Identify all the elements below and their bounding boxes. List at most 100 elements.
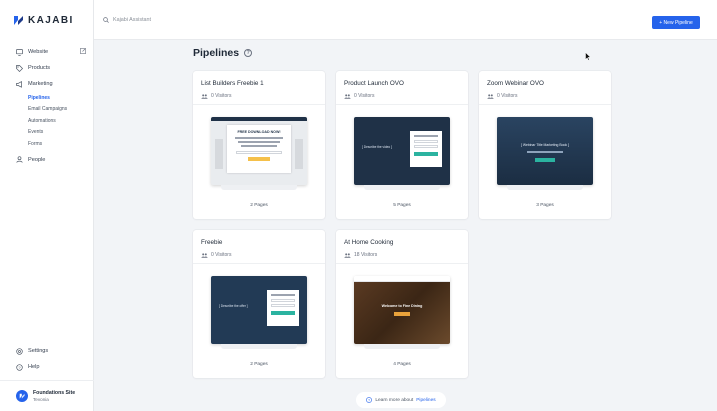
- thumb-input: [271, 299, 295, 302]
- thumb-line: [238, 141, 280, 143]
- svg-text:?: ?: [368, 398, 370, 402]
- kajabi-logo-icon: [14, 15, 23, 25]
- thumb-input: [271, 304, 295, 307]
- tag-icon: [16, 64, 23, 72]
- account-switcher[interactable]: Foundations Site Tevonia: [0, 380, 94, 411]
- thumb-heading: [ Webinar Title Marketing Book ]: [521, 143, 569, 147]
- thumb-stand: [221, 185, 297, 190]
- card-divider: [193, 104, 325, 105]
- help-circle-icon: ?: [366, 397, 373, 403]
- pipeline-pages: 3 Pages: [536, 203, 554, 208]
- sidebar-item-label: People: [28, 156, 46, 163]
- avatar: [16, 390, 28, 402]
- visitors-count: 0 Visitors: [211, 93, 232, 99]
- thumb-stand: [364, 185, 440, 190]
- people-icon: [201, 93, 208, 99]
- thumb-input: [414, 145, 438, 148]
- visitors-count: 0 Visitors: [354, 93, 375, 99]
- sidebar-subitem-email-campaigns[interactable]: Email Campaigns: [0, 104, 94, 116]
- pipeline-pages: 5 Pages: [393, 203, 411, 208]
- thumb-decor: [295, 139, 303, 169]
- pipeline-pages: 2 Pages: [250, 362, 268, 367]
- people-icon: [487, 93, 494, 99]
- thumb-stand: [507, 185, 583, 190]
- sidebar-item-products[interactable]: Products: [0, 60, 94, 76]
- thumb-header-bar: [211, 117, 307, 121]
- learn-more-link[interactable]: Pipelines: [416, 398, 435, 403]
- sidebar-bottom-nav: Settings ? Help: [0, 343, 94, 375]
- pipeline-card[interactable]: List Builders Freebie 1 0 Visitors FREE …: [193, 71, 325, 219]
- thumb-line: [414, 135, 438, 137]
- search-icon: [103, 17, 109, 23]
- thumb-heading: [ Describe the offer ]: [219, 304, 248, 308]
- pipeline-visitors: 0 Visitors: [487, 93, 517, 99]
- account-sub: Tevonia: [33, 396, 49, 402]
- thumb-heading: [ Describe the video ]: [362, 145, 392, 149]
- pipeline-pages: 4 Pages: [393, 362, 411, 367]
- pipeline-visitors: 0 Visitors: [201, 252, 231, 258]
- card-divider: [193, 263, 325, 264]
- people-icon: [344, 252, 351, 258]
- thumb-heading: Welcome to Fine Dining: [381, 304, 423, 308]
- new-pipeline-button[interactable]: + New Pipeline: [652, 16, 700, 29]
- learn-more: ? Learn more about Pipelines: [356, 392, 446, 408]
- gear-icon: [16, 347, 23, 355]
- sidebar-item-settings[interactable]: Settings: [0, 343, 94, 359]
- sidebar-subitem-pipelines[interactable]: Pipelines: [0, 92, 94, 104]
- external-link-icon[interactable]: [80, 48, 86, 54]
- pipeline-thumbnail[interactable]: [ Describe the offer ]: [211, 276, 307, 344]
- visitors-count: 0 Visitors: [497, 93, 518, 99]
- visitors-count: 0 Visitors: [211, 252, 232, 258]
- thumb-stand: [221, 344, 297, 349]
- sidebar-subitem-automations[interactable]: Automations: [0, 115, 94, 127]
- people-icon: [344, 93, 351, 99]
- megaphone-icon: [16, 80, 23, 88]
- pipeline-title: List Builders Freebie 1: [201, 80, 264, 87]
- search-input[interactable]: [113, 17, 233, 23]
- pipeline-card[interactable]: Product Launch OVO 0 Visitors [ Describe…: [336, 71, 468, 219]
- pipeline-title: At Home Cooking: [344, 239, 394, 246]
- account-name: Foundations Site: [33, 389, 76, 396]
- thumb-line: [271, 294, 295, 296]
- pipeline-card[interactable]: At Home Cooking 18 Visitors Welcome to F…: [336, 230, 468, 378]
- sidebar-item-people[interactable]: People: [0, 152, 94, 168]
- thumb-cta: [248, 157, 270, 161]
- search-bar[interactable]: [103, 17, 233, 23]
- sidebar: KAJABI Website Products Marketing Pipeli…: [0, 0, 94, 411]
- page-header: Pipelines ?: [193, 47, 253, 59]
- sidebar-subitem-events[interactable]: Events: [0, 127, 94, 139]
- sidebar-item-help[interactable]: ? Help: [0, 359, 94, 375]
- sidebar-subitem-forms[interactable]: Forms: [0, 138, 94, 150]
- thumb-decor: [215, 139, 223, 169]
- pipeline-visitors: 0 Visitors: [344, 93, 374, 99]
- sidebar-item-label: Products: [28, 65, 51, 71]
- kajabi-logo[interactable]: KAJABI: [14, 15, 74, 26]
- thumb-cta: [394, 312, 410, 316]
- sidebar-item-label: Website: [28, 49, 49, 55]
- svg-text:?: ?: [18, 365, 21, 370]
- pipeline-card[interactable]: Zoom Webinar OVO 0 Visitors [ Webinar Ti…: [479, 71, 611, 219]
- pipeline-thumbnail[interactable]: [ Webinar Title Marketing Book ]: [497, 117, 593, 185]
- thumb-modal: FREE DOWNLOAD NOW!: [227, 125, 291, 173]
- help-circle-icon[interactable]: ?: [244, 49, 253, 57]
- thumb-line: [241, 145, 277, 147]
- sidebar-item-website[interactable]: Website: [0, 44, 94, 60]
- pipeline-thumbnail[interactable]: Welcome to Fine Dining: [354, 276, 450, 344]
- pipeline-title: Zoom Webinar OVO: [487, 80, 544, 87]
- sidebar-item-marketing[interactable]: Marketing: [0, 76, 94, 92]
- pipeline-thumbnail[interactable]: [ Describe the video ]: [354, 117, 450, 185]
- thumb-input: [236, 151, 282, 154]
- thumb-cta: [414, 152, 438, 156]
- logo-text: KAJABI: [28, 15, 74, 26]
- learn-more-text: Learn more about: [375, 397, 414, 403]
- thumb-line: [527, 151, 563, 153]
- pipeline-title: Product Launch OVO: [344, 80, 404, 87]
- sidebar-nav: Website Products Marketing Pipelines Ema…: [0, 44, 94, 168]
- pipeline-thumbnail[interactable]: FREE DOWNLOAD NOW!: [211, 117, 307, 185]
- thumb-input: [414, 140, 438, 143]
- card-divider: [336, 263, 468, 264]
- pipeline-card[interactable]: Freebie 0 Visitors [ Describe the offer …: [193, 230, 325, 378]
- thumb-hero: Welcome to Fine Dining: [354, 282, 450, 344]
- people-icon: [201, 252, 208, 258]
- people-icon: [16, 156, 23, 163]
